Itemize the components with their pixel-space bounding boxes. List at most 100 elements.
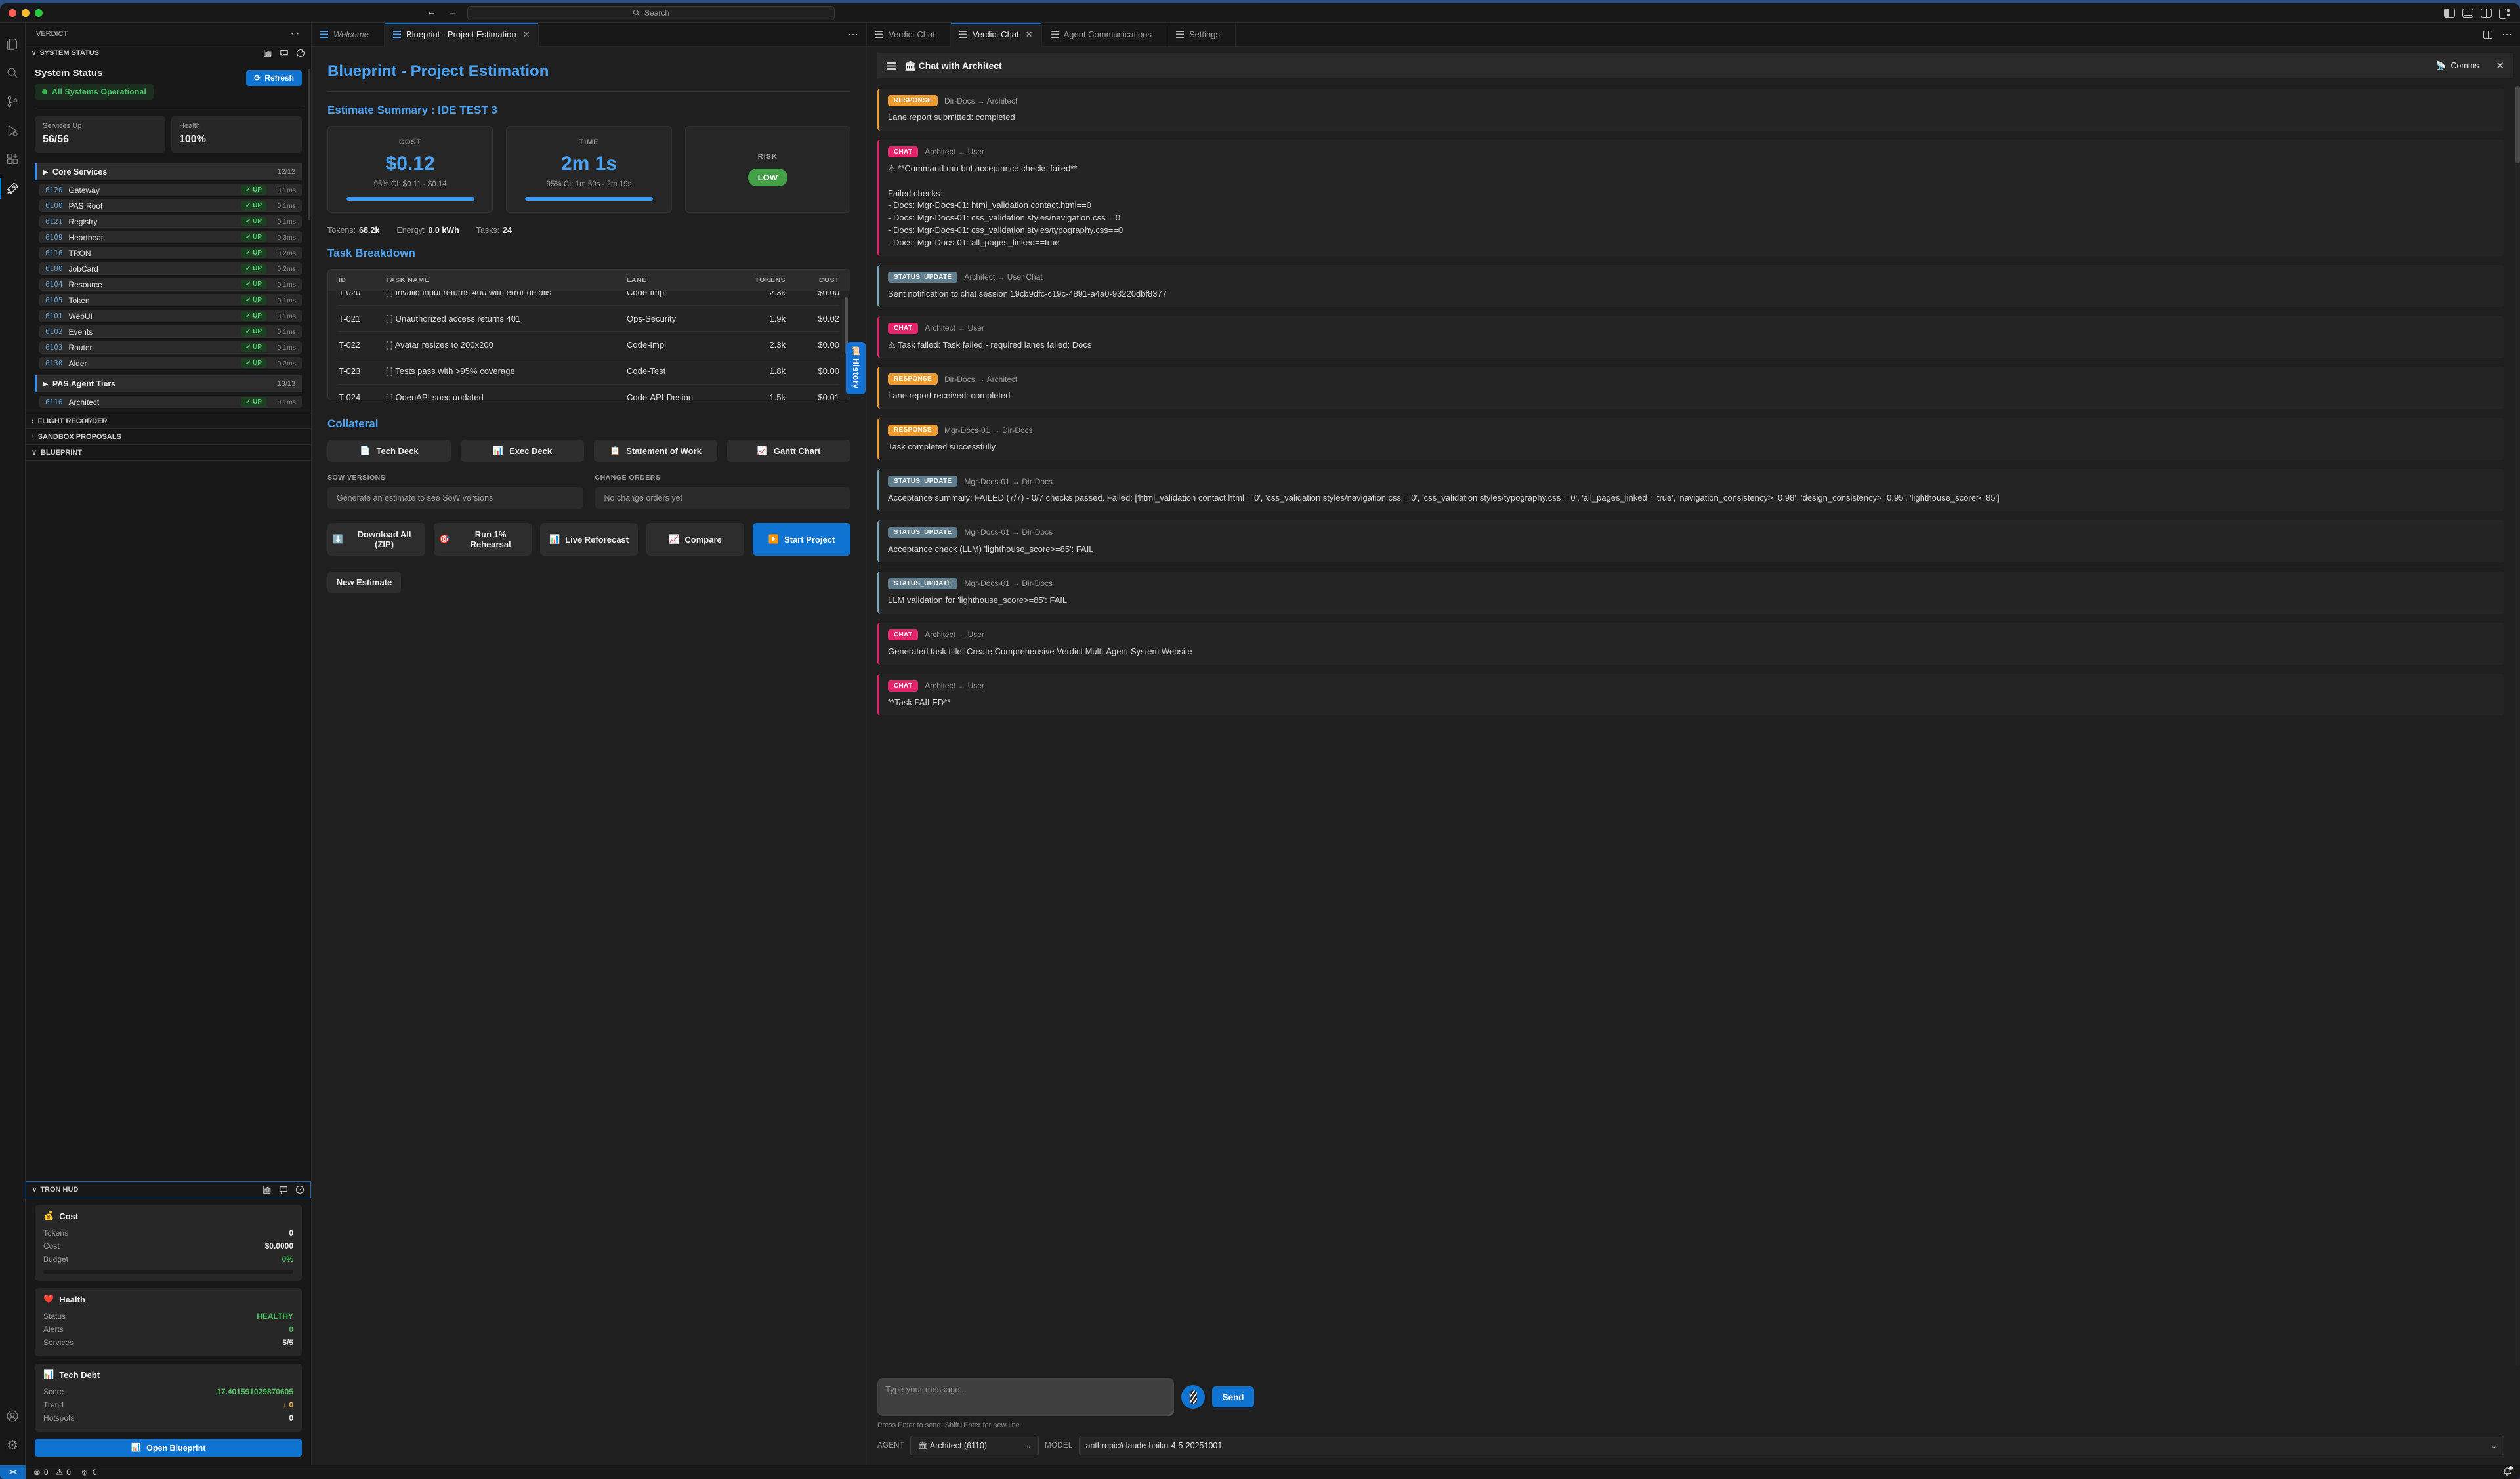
zoom-window-button[interactable] — [35, 9, 43, 17]
service-row[interactable]: 6110 Architect ✓ UP 0.1ms — [39, 396, 302, 408]
editor-tab[interactable]: Welcome — [312, 23, 385, 46]
search-view-icon[interactable] — [0, 58, 26, 87]
comms-button[interactable]: 📡 Comms — [2436, 61, 2479, 71]
collateral-button[interactable]: 📊 Exec Deck — [461, 440, 584, 462]
agent-select[interactable]: 🏛 Architect (6110) ⌄ — [910, 1436, 1039, 1455]
chat-tabs-more-icon[interactable]: ⋯ — [2502, 28, 2512, 41]
sidebar-section-header[interactable]: › FLIGHT RECORDER — [26, 413, 311, 428]
chat-scrollbar[interactable] — [2515, 85, 2520, 1366]
service-row[interactable]: 6121 Registry ✓ UP 0.1ms — [39, 215, 302, 228]
task-row[interactable]: T-024 [ ] OpenAPI spec updated Code-API-… — [339, 384, 839, 400]
sidebar-section-header[interactable]: ∨ BLUEPRINT — [26, 444, 311, 460]
remote-indicator[interactable]: >< — [0, 1465, 26, 1479]
message-input[interactable] — [877, 1378, 1174, 1416]
service-row[interactable]: 6105 Token ✓ UP 0.1ms — [39, 294, 302, 306]
chart-icon[interactable] — [263, 49, 272, 58]
editor-actions-more-icon[interactable]: ⋯ — [848, 28, 858, 41]
close-tab-icon[interactable]: ✕ — [523, 30, 530, 40]
message-type-badge: STATUS_UPDATE — [888, 272, 957, 283]
account-icon[interactable] — [0, 1402, 26, 1430]
action-button[interactable]: ▶️ Start Project — [753, 523, 850, 556]
section-system-status[interactable]: ∨ SYSTEM STATUS — [26, 45, 311, 61]
sidebar-section-header[interactable]: › SANDBOX PROPOSALS — [26, 428, 311, 444]
sidebar-more-icon[interactable]: ⋯ — [291, 29, 301, 39]
task-cost: $0.00 — [786, 340, 839, 350]
problems-indicator[interactable]: ⊗ 0 ⚠ 0 — [33, 1467, 71, 1478]
chat-message: RESPONSE Mgr-Docs-01 → Dir-Docs Task com… — [877, 418, 2504, 460]
chart-icon[interactable] — [262, 1185, 272, 1194]
source-control-icon[interactable] — [0, 87, 26, 116]
forward-button[interactable]: → — [448, 7, 458, 18]
action-button[interactable]: ⬇️ Download All (ZIP) — [327, 523, 425, 556]
chat-panel-tab[interactable]: Verdict Chat ✕ — [951, 23, 1042, 47]
action-button[interactable]: 📈 Compare — [646, 523, 744, 556]
back-button[interactable]: ← — [427, 7, 436, 18]
service-name: Resource — [69, 280, 102, 289]
new-estimate-button[interactable]: New Estimate — [327, 572, 401, 593]
task-row[interactable]: T-023 [ ] Tests pass with >95% coverage … — [339, 358, 839, 384]
service-row[interactable]: 6120 Gateway ✓ UP 0.1ms — [39, 184, 302, 196]
collateral-button[interactable]: 📋 Statement of Work — [594, 440, 717, 462]
settings-gear-icon[interactable]: ⚙ — [0, 1430, 26, 1459]
up-status-badge: ✓ UP — [241, 201, 266, 211]
service-row[interactable]: 6100 PAS Root ✓ UP 0.1ms — [39, 199, 302, 212]
editor-tab[interactable]: Blueprint - Project Estimation ✕ — [385, 23, 539, 47]
group-core-services[interactable]: ▶ Core Services 12/12 — [35, 163, 302, 180]
service-latency: 0.1ms — [272, 218, 296, 226]
metric-row: Trend ↓ 0 — [43, 1398, 293, 1411]
task-row[interactable]: T-021 [ ] Unauthorized access returns 40… — [339, 305, 839, 331]
service-row[interactable]: 6104 Resource ✓ UP 0.1ms — [39, 278, 302, 291]
close-tab-icon[interactable]: ✕ — [1026, 30, 1033, 40]
command-center-search[interactable]: Search — [467, 6, 835, 20]
gauge-icon[interactable] — [296, 49, 305, 58]
customize-layout-icon[interactable] — [2499, 9, 2511, 18]
notifications-bell-icon[interactable] — [2502, 1467, 2512, 1478]
action-button[interactable]: 📊 Live Reforecast — [540, 523, 638, 556]
service-row[interactable]: 6116 TRON ✓ UP 0.2ms — [39, 247, 302, 259]
collateral-button[interactable]: 📄 Tech Deck — [327, 440, 451, 462]
service-row[interactable]: 6101 WebUI ✓ UP 0.1ms — [39, 310, 302, 322]
model-select[interactable]: anthropic/claude-haiku-4-5-20251001 ⌄ — [1079, 1436, 2504, 1455]
close-chat-icon[interactable]: ✕ — [2496, 60, 2504, 72]
gauge-icon[interactable] — [295, 1185, 304, 1194]
sidebar-scrollbar[interactable] — [308, 69, 310, 220]
money-bag-icon: 💰 — [43, 1211, 54, 1221]
service-row[interactable]: 6109 Heartbeat ✓ UP 0.3ms — [39, 231, 302, 243]
close-window-button[interactable] — [9, 9, 16, 17]
open-blueprint-button[interactable]: 📊 Open Blueprint — [35, 1439, 302, 1457]
service-row[interactable]: 6130 Aider ✓ UP 0.2ms — [39, 357, 302, 369]
minimize-window-button[interactable] — [22, 9, 30, 17]
task-row[interactable]: T-022 [ ] Avatar resizes to 200x200 Code… — [339, 331, 839, 358]
chat-panel-tab[interactable]: Agent Communications — [1042, 23, 1167, 46]
task-tokens: 1.5k — [725, 392, 786, 400]
ports-indicator[interactable]: 0 — [80, 1468, 97, 1477]
send-button[interactable]: Send — [1212, 1386, 1254, 1407]
toggle-panel-icon[interactable] — [2462, 9, 2473, 18]
comment-icon[interactable] — [279, 1185, 288, 1194]
extensions-icon[interactable] — [0, 145, 26, 174]
toggle-primary-sidebar-icon[interactable] — [2444, 9, 2455, 18]
chat-panel-tab[interactable]: Verdict Chat — [867, 23, 951, 46]
menu-icon[interactable] — [887, 62, 896, 70]
history-tab[interactable]: 📜 History — [846, 342, 866, 394]
verdict-rocket-icon[interactable] — [0, 174, 26, 203]
collateral-button[interactable]: 📈 Gantt Chart — [727, 440, 850, 462]
refresh-button[interactable]: ⟳ Refresh — [246, 70, 302, 86]
comment-icon[interactable] — [280, 49, 289, 58]
explorer-icon[interactable] — [0, 30, 26, 58]
chat-panel-tab[interactable]: Settings — [1167, 23, 1236, 46]
run-debug-icon[interactable] — [0, 116, 26, 145]
up-status-badge: ✓ UP — [241, 311, 266, 321]
task-row[interactable]: T-020 [ ] Invalid input returns 400 with… — [339, 291, 839, 305]
group-pas-agent-tiers[interactable]: ▶ PAS Agent Tiers 13/13 — [35, 375, 302, 392]
service-row[interactable]: 6180 JobCard ✓ UP 0.2ms — [39, 262, 302, 275]
editor-tabs: Welcome Blueprint - Project Estimation ✕… — [312, 23, 866, 47]
service-row[interactable]: 6102 Events ✓ UP 0.1ms — [39, 325, 302, 338]
toggle-secondary-sidebar-icon[interactable] — [2481, 9, 2492, 18]
action-button[interactable]: 🎯 Run 1% Rehearsal — [434, 523, 532, 556]
service-row[interactable]: 6103 Router ✓ UP 0.1ms — [39, 341, 302, 354]
section-tron-hud[interactable]: ∨ TRON HUD — [26, 1181, 311, 1198]
voice-input-button[interactable] — [1181, 1385, 1205, 1409]
split-editor-icon[interactable] — [2483, 31, 2492, 39]
voice-icon — [1190, 1390, 1197, 1404]
